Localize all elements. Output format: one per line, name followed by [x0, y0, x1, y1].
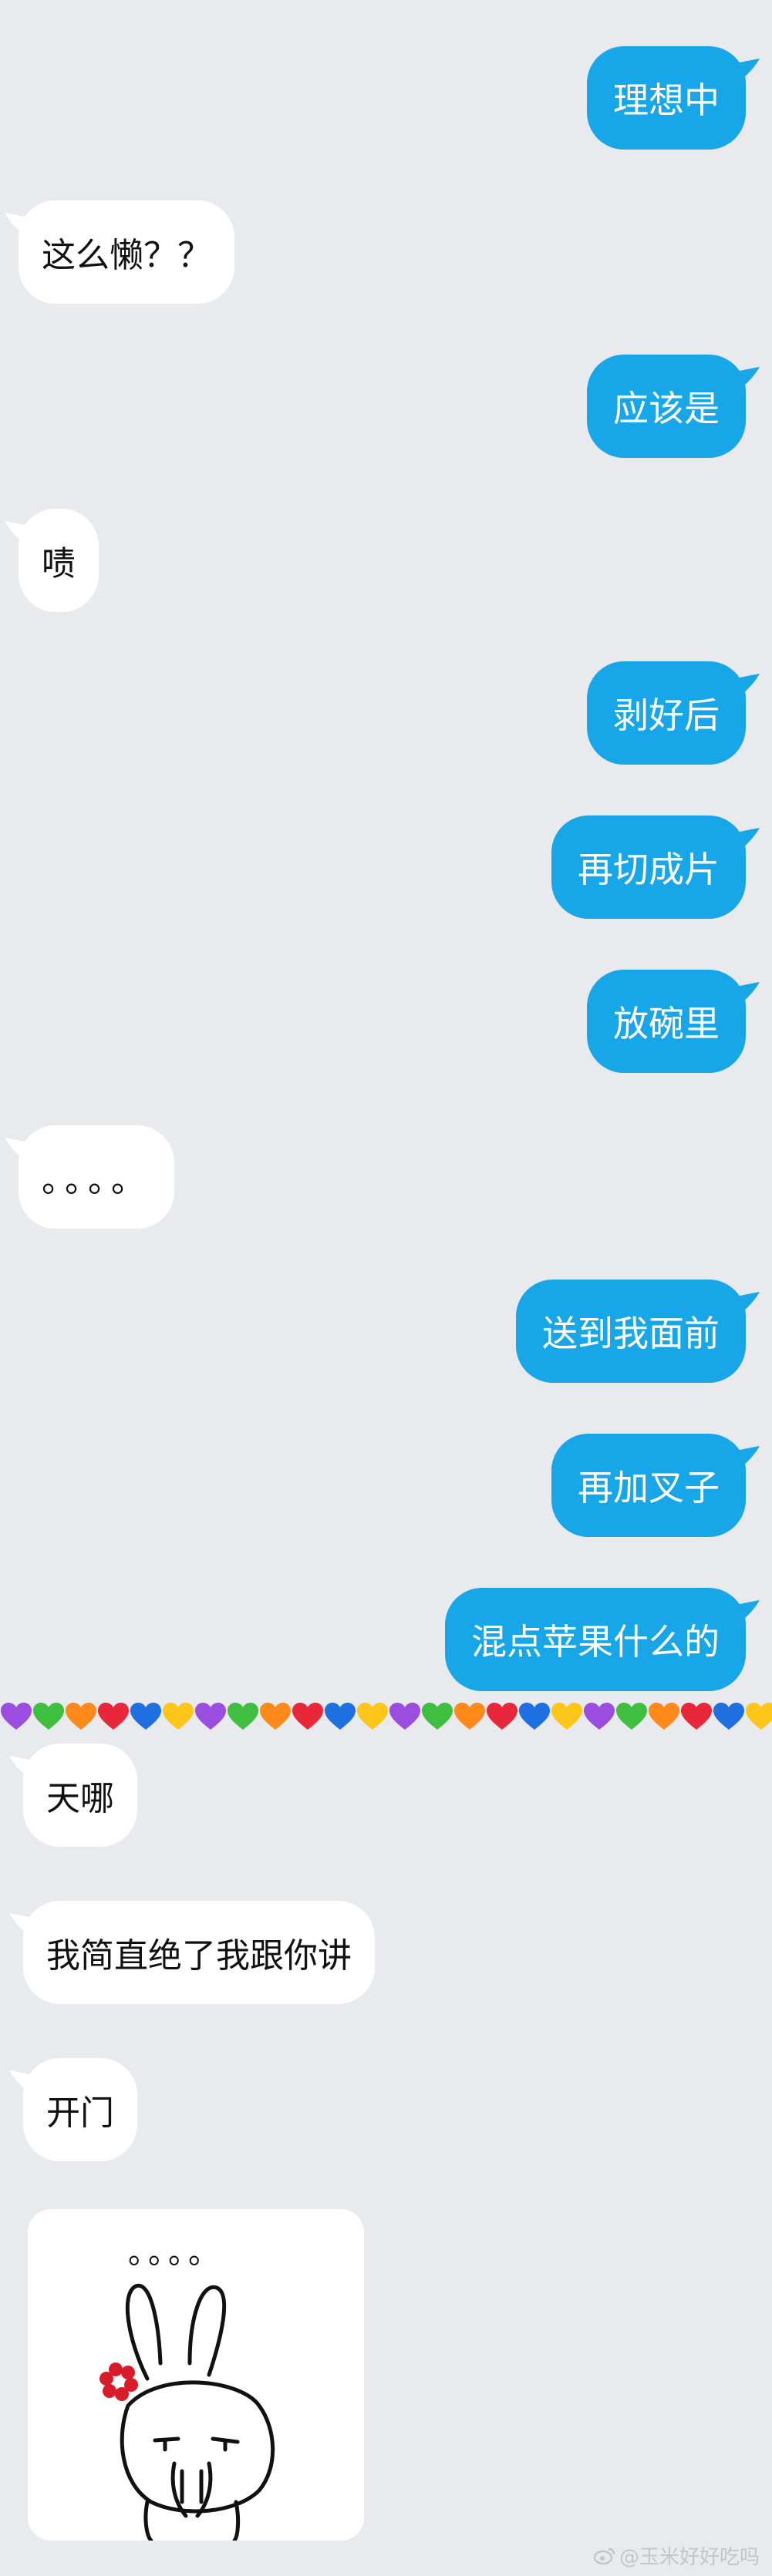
heart-icon — [98, 1703, 129, 1730]
message-text: 开门 — [46, 2093, 114, 2133]
heart-icon — [228, 1703, 258, 1730]
sent-message[interactable]: 剥好后 — [587, 661, 760, 765]
received-message[interactable]: 开门 — [9, 2058, 137, 2161]
heart-icon — [422, 1703, 453, 1730]
message-text: 。。。。 — [42, 1161, 151, 1200]
message-text: 混点苹果什么的 — [471, 1621, 720, 1663]
heart-icon — [130, 1703, 161, 1730]
heart-icon — [195, 1703, 226, 1730]
bubble-tail-icon — [737, 367, 760, 387]
received-message[interactable]: 天哪 — [9, 1744, 137, 1847]
received-message[interactable]: 。。。。 — [5, 1125, 174, 1229]
message-text: 天哪 — [46, 1779, 114, 1818]
sent-message[interactable]: 理想中 — [587, 46, 760, 150]
bubble-tail-icon — [9, 2070, 32, 2090]
heart-icon — [519, 1703, 550, 1730]
bubble-tail-icon — [9, 1913, 32, 1933]
watermark-text: @玉米好好吃吗 — [619, 2546, 760, 2569]
bubble-tail-icon — [737, 828, 760, 848]
sent-message[interactable]: 放碗里 — [587, 970, 760, 1073]
message-text: 剥好后 — [613, 694, 720, 736]
heart-icon — [66, 1703, 96, 1730]
sent-message[interactable]: 送到我面前 — [516, 1280, 760, 1383]
bubble-tail-icon — [9, 1756, 32, 1776]
bubble-tail-icon — [737, 1600, 760, 1620]
sent-message[interactable]: 混点苹果什么的 — [445, 1588, 760, 1691]
sent-message[interactable]: 再切成片 — [551, 816, 760, 919]
heart-icon — [325, 1703, 356, 1730]
message-text: 放碗里 — [613, 1003, 720, 1044]
bubble-tail-icon — [737, 674, 760, 694]
bubble-tail-icon — [737, 1446, 760, 1466]
heart-icon — [357, 1703, 388, 1730]
message-text: 我简直绝了我跟你讲 — [46, 1936, 352, 1976]
heart-icon — [33, 1703, 64, 1730]
chat-screen: 理想中 这么懒？？ 应该是 啧 剥好后 再切成片 放碗里 。。。。 送到我面前 — [0, 0, 772, 2576]
heart-icon — [746, 1703, 772, 1730]
message-text: 应该是 — [613, 388, 720, 429]
bubble-tail-icon — [5, 213, 28, 233]
message-text: 再加叉子 — [578, 1467, 720, 1508]
heart-icon — [1, 1703, 32, 1730]
received-message[interactable]: 啧 — [5, 509, 99, 612]
sent-message[interactable]: 应该是 — [587, 355, 760, 458]
heart-icon — [454, 1703, 485, 1730]
watermark: @玉米好好吃吗 — [593, 2541, 760, 2570]
heart-icon — [292, 1703, 323, 1730]
heart-icon — [487, 1703, 517, 1730]
bubble-tail-icon — [737, 982, 760, 1002]
sticker-caption: 。。。。 — [128, 2235, 224, 2271]
bubble-tail-icon — [5, 521, 28, 541]
weibo-logo-icon — [593, 2547, 615, 2564]
received-message[interactable]: 我简直绝了我跟你讲 — [9, 1901, 375, 2004]
message-text: 啧 — [42, 544, 76, 583]
heart-icon — [681, 1703, 712, 1730]
heart-divider — [0, 1697, 772, 1736]
bunny-sticker[interactable]: 。。。。 — [28, 2209, 364, 2541]
bubble-tail-icon — [737, 1292, 760, 1312]
received-message[interactable]: 这么懒？？ — [5, 200, 234, 304]
message-text: 送到我面前 — [542, 1313, 720, 1354]
bubble-tail-icon — [737, 59, 760, 79]
heart-icon — [616, 1703, 647, 1730]
sent-message[interactable]: 再加叉子 — [551, 1434, 760, 1537]
message-text: 这么懒？？ — [42, 236, 211, 275]
message-text: 再切成片 — [578, 849, 720, 890]
heart-icon — [584, 1703, 615, 1730]
message-text: 理想中 — [613, 79, 720, 121]
heart-icon — [163, 1703, 194, 1730]
bunny-sticker-icon — [99, 2283, 275, 2541]
heart-icon — [713, 1703, 744, 1730]
heart-icon — [551, 1703, 582, 1730]
bubble-tail-icon — [5, 1138, 28, 1158]
heart-icon — [389, 1703, 420, 1730]
heart-icon — [649, 1703, 679, 1730]
heart-icon — [260, 1703, 291, 1730]
